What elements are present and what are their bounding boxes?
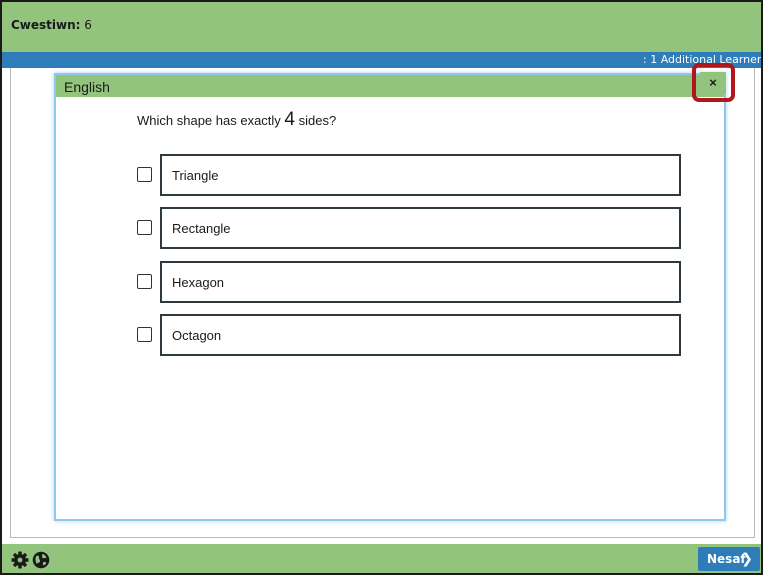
next-button-label: Nesaf (707, 552, 746, 566)
option-answer-box[interactable]: Triangle (160, 154, 681, 196)
question-number: 4 (284, 109, 295, 130)
close-button[interactable]: × (700, 72, 726, 94)
dialog-header: English (56, 75, 724, 97)
chevron-right-icon: ❯ (741, 551, 753, 567)
status-strip: : 1 Additional Learner (2, 52, 761, 68)
question-text-end: sides? (294, 113, 337, 128)
option-rectangle[interactable]: Rectangle (137, 207, 681, 249)
option-checkbox[interactable] (137, 167, 152, 182)
option-answer-box[interactable]: Hexagon (160, 261, 681, 303)
globe-icon[interactable] (32, 551, 50, 569)
gear-icon[interactable] (11, 551, 29, 569)
question-text: Which shape has exactly 4 sides? (137, 109, 336, 131)
top-bar: Cwestiwn: 6 (2, 2, 761, 52)
option-answer-box[interactable]: Octagon (160, 314, 681, 356)
option-label: Hexagon (172, 275, 225, 290)
next-button[interactable]: Nesaf ❯ (698, 547, 760, 571)
option-checkbox[interactable] (137, 274, 152, 289)
option-label: Rectangle (172, 221, 231, 236)
dialog-title: English (64, 79, 110, 95)
option-triangle[interactable]: Triangle (137, 154, 681, 196)
bottom-bar: Nesaf ❯ (2, 544, 761, 573)
option-label: Octagon (172, 328, 222, 343)
option-checkbox[interactable] (137, 327, 152, 342)
option-answer-box[interactable]: Rectangle (160, 207, 681, 249)
question-counter: Cwestiwn: 6 (11, 18, 92, 32)
question-counter-label: Cwestiwn: (11, 18, 81, 32)
option-hexagon[interactable]: Hexagon (137, 261, 681, 303)
question-counter-number: 6 (84, 18, 92, 32)
question-text-start: Which shape has exactly (137, 113, 285, 128)
option-checkbox[interactable] (137, 220, 152, 235)
option-octagon[interactable]: Octagon (137, 314, 681, 356)
option-label: Triangle (172, 168, 219, 183)
